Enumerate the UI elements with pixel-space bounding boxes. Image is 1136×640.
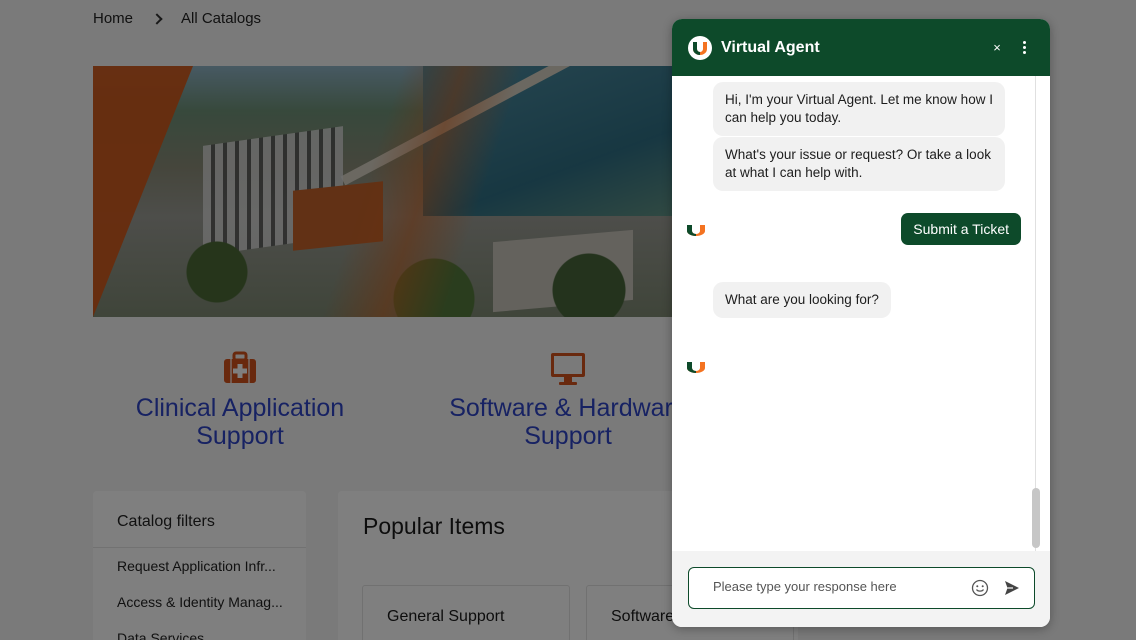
chat-scrollbar-thumb[interactable] <box>1032 488 1040 548</box>
agent-avatar-icon <box>687 225 705 236</box>
close-icon: × <box>993 40 1001 55</box>
virtual-agent-title: Virtual Agent <box>721 38 820 56</box>
chat-transcript[interactable]: Hi, I'm your Virtual Agent. Let me know … <box>672 76 1050 551</box>
agent-avatar-icon <box>687 362 705 373</box>
chat-response-input[interactable] <box>713 579 953 594</box>
close-button[interactable]: × <box>984 35 1010 61</box>
virtual-agent-header: Virtual Agent × <box>672 19 1050 76</box>
chat-scrollbar-track[interactable] <box>1035 76 1036 551</box>
chat-input-area <box>672 551 1050 627</box>
agent-message: Hi, I'm your Virtual Agent. Let me know … <box>713 82 1005 136</box>
chat-input-container[interactable] <box>688 567 1035 609</box>
agent-message: What's your issue or request? Or take a … <box>713 137 1005 191</box>
more-vertical-icon <box>1022 41 1026 44</box>
send-icon[interactable] <box>1003 579 1021 597</box>
agent-message: What are you looking for? <box>713 282 891 318</box>
university-logo-icon <box>688 35 712 60</box>
virtual-agent-widget: Virtual Agent × Hi, I'm your Virtual Age… <box>672 19 1050 627</box>
emoji-icon[interactable] <box>971 579 989 597</box>
user-message-submit-ticket[interactable]: Submit a Ticket <box>901 213 1021 245</box>
more-options-button[interactable] <box>1014 35 1034 61</box>
